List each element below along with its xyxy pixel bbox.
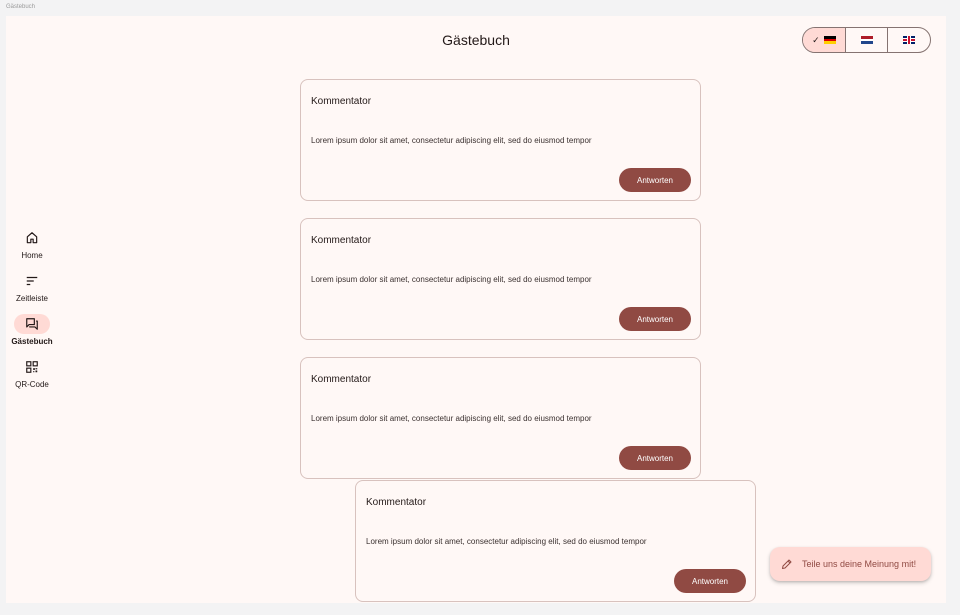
- window-tab-title: Gästebuch: [6, 4, 36, 10]
- entry-text: Lorem ipsum dolor sit amet, consectetur …: [311, 275, 592, 284]
- entry-author: Kommentator: [311, 96, 372, 107]
- guestbook-entry-card: Kommentator Lorem ipsum dolor sit amet, …: [300, 218, 701, 340]
- nav-label-qr-code: QR-Code: [15, 380, 49, 389]
- language-selector: ✓: [802, 27, 931, 53]
- nav-item-qr-code[interactable]: QR-Code: [6, 357, 58, 400]
- entry-author: Kommentator: [311, 235, 372, 246]
- reply-button[interactable]: Antworten: [674, 569, 746, 593]
- entry-author: Kommentator: [311, 374, 372, 385]
- reply-button[interactable]: Antworten: [619, 307, 691, 331]
- app-surface: Gästebuch ✓ Home Zeitleiste Gästebuch QR…: [6, 16, 946, 603]
- uk-flag-icon: [903, 36, 916, 44]
- entry-text: Lorem ipsum dolor sit amet, consectetur …: [366, 537, 647, 546]
- forum-icon: [14, 314, 50, 334]
- home-icon: [14, 228, 50, 248]
- navigation-rail: Home Zeitleiste Gästebuch QR-Code: [6, 228, 58, 400]
- language-option-gb[interactable]: [888, 28, 930, 52]
- edit-icon: [781, 558, 793, 570]
- german-flag-icon: [823, 36, 836, 45]
- language-option-de[interactable]: ✓: [803, 28, 846, 52]
- nav-label-home: Home: [21, 251, 43, 260]
- guestbook-entry-card-reply: Kommentator Lorem ipsum dolor sit amet, …: [355, 480, 756, 602]
- guestbook-entry-card: Kommentator Lorem ipsum dolor sit amet, …: [300, 79, 701, 201]
- nav-label-zeitleiste: Zeitleiste: [15, 294, 48, 303]
- entry-text: Lorem ipsum dolor sit amet, consectetur …: [311, 136, 592, 145]
- check-icon: ✓: [812, 34, 820, 45]
- nav-item-home[interactable]: Home: [6, 228, 58, 271]
- language-option-nl[interactable]: [846, 28, 889, 52]
- nav-item-zeitleiste[interactable]: Zeitleiste: [6, 271, 58, 314]
- write-comment-fab[interactable]: Teile uns deine Meinung mit!: [770, 547, 931, 581]
- dutch-flag-icon: [860, 36, 873, 45]
- nav-item-gaestebuch[interactable]: Gästebuch: [6, 314, 58, 357]
- reply-button[interactable]: Antworten: [619, 446, 691, 470]
- qr-code-icon: [14, 357, 50, 377]
- guestbook-entry-card: Kommentator Lorem ipsum dolor sit amet, …: [300, 357, 701, 479]
- nav-label-gaestebuch: Gästebuch: [11, 337, 53, 346]
- reply-button[interactable]: Antworten: [619, 168, 691, 192]
- sort-icon: [14, 271, 50, 291]
- entry-text: Lorem ipsum dolor sit amet, consectetur …: [311, 414, 592, 423]
- fab-label: Teile uns deine Meinung mit!: [802, 559, 917, 569]
- entry-author: Kommentator: [366, 497, 427, 508]
